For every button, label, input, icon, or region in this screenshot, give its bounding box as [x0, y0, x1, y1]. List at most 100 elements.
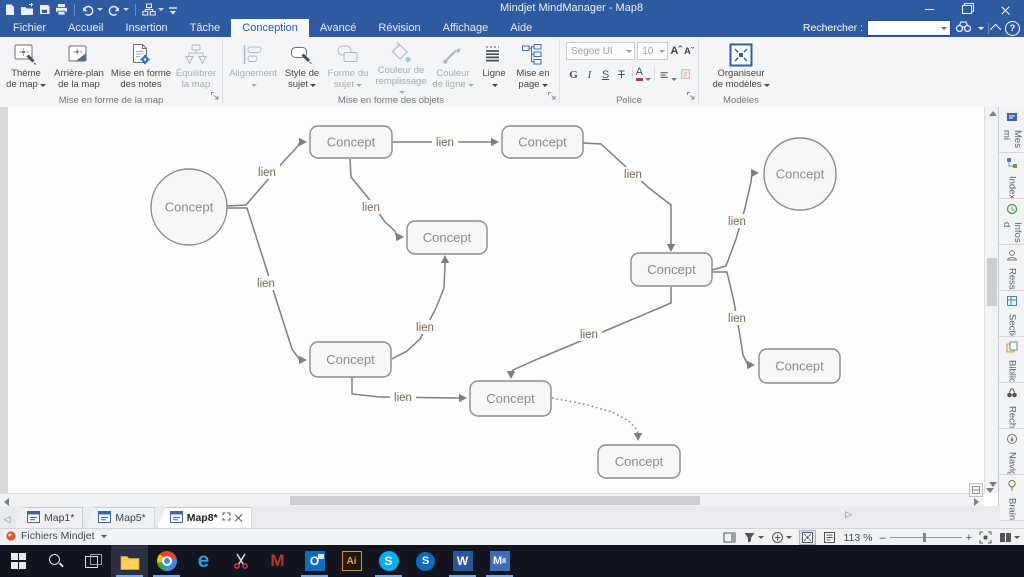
- undo-icon[interactable]: [81, 2, 103, 17]
- float-tab-icon[interactable]: [222, 512, 231, 524]
- map-edge[interactable]: [392, 255, 449, 359]
- ribbon-tab-conception[interactable]: Conception: [231, 19, 309, 37]
- mindjet-files-caret[interactable]: [101, 535, 107, 538]
- fit-map-icon[interactable]: [979, 531, 992, 544]
- horizontal-scrollbar[interactable]: [0, 493, 984, 507]
- minimize-button[interactable]: [910, 0, 948, 19]
- map-node[interactable]: Concept: [151, 169, 227, 245]
- dialog-launcher-icon[interactable]: [547, 88, 557, 106]
- paragraph-align-button[interactable]: [658, 65, 678, 81]
- ribbon-tab-insertion[interactable]: Insertion: [114, 19, 178, 37]
- side-tab-bibliot[interactable]: Bibliot: [999, 337, 1024, 383]
- format-painter-button[interactable]: [679, 65, 694, 81]
- view-split-icon[interactable]: [999, 531, 1012, 544]
- taskbar-skype-icon[interactable]: S: [370, 545, 407, 577]
- taskbar-start-button[interactable]: [0, 545, 37, 577]
- corner-caret-icon[interactable]: [986, 488, 994, 493]
- scroll-right-icon[interactable]: [974, 498, 979, 506]
- task-pane-icon[interactable]: [723, 531, 736, 544]
- map-edge-label[interactable]: lien: [253, 276, 279, 290]
- taskbar-mindjet-viewer-icon[interactable]: M: [259, 545, 296, 577]
- document-tab-map5[interactable]: Map5*: [85, 507, 154, 528]
- zoom-in-button[interactable]: +: [966, 532, 972, 544]
- horizontal-scroll-thumb[interactable]: [290, 496, 700, 505]
- notes-format-button[interactable]: Mise en formedes notes: [109, 40, 173, 97]
- zoom-out-button[interactable]: –: [879, 532, 885, 544]
- side-tab-naviga[interactable]: Naviga: [999, 429, 1024, 475]
- map-background-button[interactable]: Arrière-plande la map: [49, 40, 109, 97]
- map-edge[interactable]: [583, 143, 675, 252]
- strikethrough-button[interactable]: T: [614, 65, 629, 81]
- side-tab-brainst[interactable]: Brainst: [999, 475, 1024, 521]
- taskbar-snipping-tool-icon[interactable]: [222, 545, 259, 577]
- taskbar-skype-business-icon[interactable]: S: [407, 545, 444, 577]
- taskbar-search-icon[interactable]: [37, 545, 74, 577]
- scroll-up-icon[interactable]: [989, 111, 997, 116]
- close-button[interactable]: [986, 0, 1024, 19]
- map-node[interactable]: Concept: [470, 381, 551, 416]
- map-theme-button[interactable]: Thèmede map: [3, 40, 49, 97]
- font-name-select[interactable]: Segoe UI: [566, 42, 635, 60]
- ribbon-tab-fichier[interactable]: Fichier: [2, 19, 57, 37]
- map-node[interactable]: Concept: [631, 253, 712, 286]
- map-node[interactable]: Concept: [759, 349, 840, 383]
- map-edge-label[interactable]: lien: [724, 311, 750, 325]
- map-edge-label[interactable]: lien: [390, 390, 416, 404]
- topic-style-button[interactable]: Style desujet: [280, 40, 324, 97]
- vertical-scrollbar[interactable]: [984, 107, 999, 493]
- ribbon-tab-avance[interactable]: Avancé: [309, 19, 368, 37]
- ribbon-tab-aide[interactable]: Aide: [499, 19, 543, 37]
- zoom-slider-handle[interactable]: [923, 533, 926, 542]
- map-edge-label[interactable]: lien: [254, 165, 280, 179]
- template-organizer-button[interactable]: Organiseurde modèles: [708, 40, 774, 97]
- print-icon[interactable]: [55, 2, 68, 17]
- side-tab-recher[interactable]: Recher: [999, 383, 1024, 429]
- scroll-left-icon[interactable]: [4, 498, 9, 506]
- map-edge-label[interactable]: lien: [412, 320, 438, 334]
- map-edge-label[interactable]: lien: [358, 200, 384, 214]
- map-node[interactable]: Concept: [407, 221, 487, 254]
- map-edge-label[interactable]: lien: [576, 327, 602, 341]
- side-tab-ressou[interactable]: Ressou: [999, 245, 1024, 291]
- ribbon-tab-accueil[interactable]: Accueil: [57, 19, 114, 37]
- split-view-button[interactable]: [969, 483, 983, 497]
- qat-customize-icon[interactable]: [168, 2, 178, 17]
- map-edge-label[interactable]: lien: [724, 214, 750, 228]
- help-icon[interactable]: ?: [1005, 21, 1020, 36]
- mindjet-files-label[interactable]: Fichiers Mindjet: [21, 530, 95, 542]
- grow-font-button[interactable]: Aˆ: [670, 45, 682, 57]
- zoom-slider[interactable]: [890, 537, 962, 538]
- line-button[interactable]: Ligne: [476, 40, 512, 97]
- underline-button[interactable]: S: [598, 65, 613, 81]
- close-tab-icon[interactable]: [235, 514, 243, 522]
- show-hide-icon[interactable]: [771, 531, 784, 544]
- show-hide-caret[interactable]: [786, 536, 792, 539]
- bold-button[interactable]: G: [566, 65, 581, 81]
- redo-icon[interactable]: [107, 2, 129, 17]
- taskbar-illustrator-icon[interactable]: Ai: [333, 545, 370, 577]
- binoculars-icon[interactable]: [955, 20, 972, 36]
- maximize-button[interactable]: [948, 0, 986, 19]
- search-input[interactable]: [867, 20, 951, 36]
- tab-scroll-left-icon[interactable]: ◁: [0, 510, 14, 528]
- side-tab-mes-mi[interactable]: Mes mi: [999, 107, 1024, 153]
- dialog-launcher-icon[interactable]: [686, 88, 696, 106]
- ribbon-tab-tache[interactable]: Tâche: [179, 19, 232, 37]
- map-edge-label[interactable]: lien: [432, 135, 458, 149]
- document-tab-map1[interactable]: Map1*: [14, 507, 83, 528]
- save-icon[interactable]: [38, 2, 51, 17]
- view-split-caret[interactable]: [1014, 536, 1020, 539]
- taskbar-task-view-icon[interactable]: [74, 545, 111, 577]
- document-tab-map8[interactable]: Map8*: [157, 507, 252, 528]
- italic-button[interactable]: I: [582, 65, 597, 81]
- new-document-icon[interactable]: [3, 2, 16, 17]
- filter-icon[interactable]: [743, 531, 756, 544]
- open-icon[interactable]: [20, 2, 34, 17]
- taskbar-mindmanager-icon[interactable]: M8: [481, 545, 518, 577]
- shrink-font-button[interactable]: Aˇ: [684, 46, 694, 57]
- vertical-scroll-thumb[interactable]: [987, 258, 997, 306]
- ribbon-tab-affichage[interactable]: Affichage: [432, 19, 500, 37]
- font-size-select[interactable]: 10: [637, 42, 668, 60]
- map-node[interactable]: Concept: [598, 445, 680, 478]
- map-parts-icon[interactable]: [142, 2, 164, 17]
